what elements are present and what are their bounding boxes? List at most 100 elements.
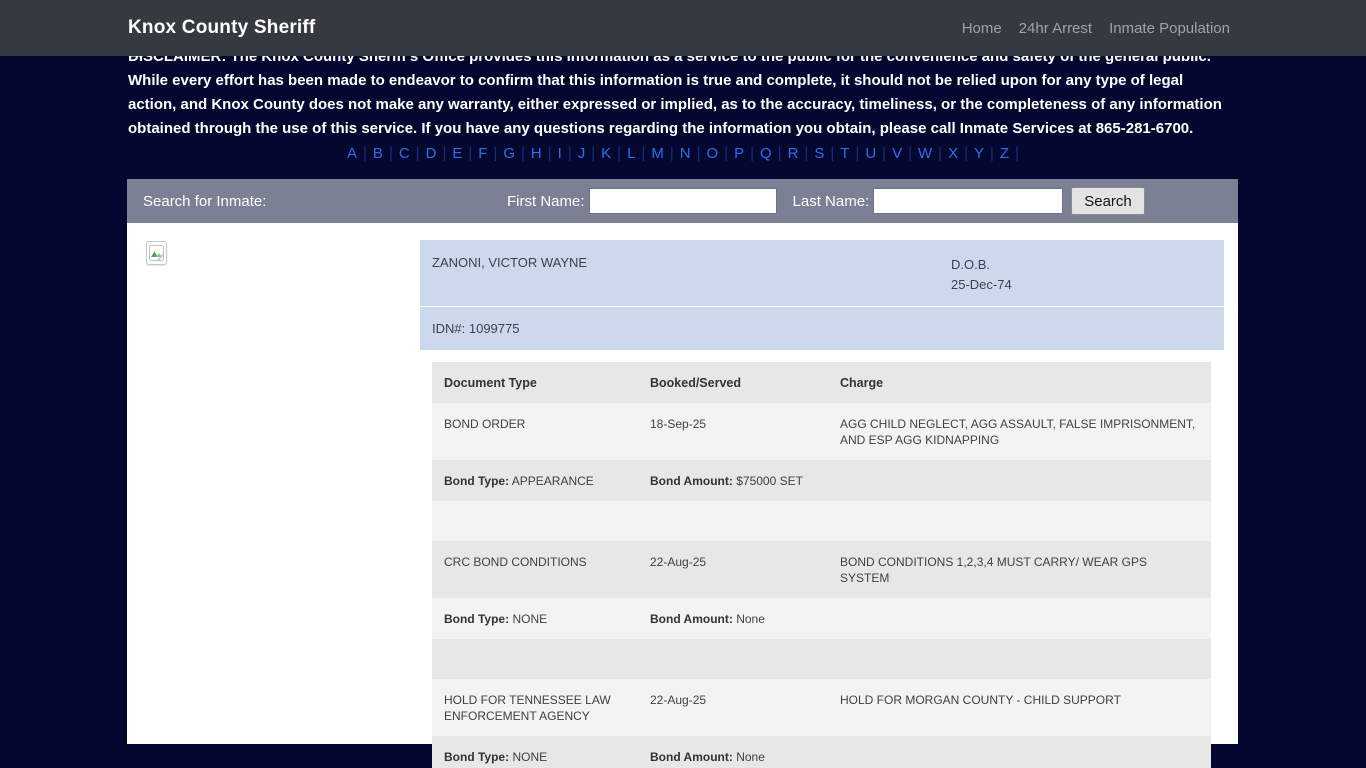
alphabet-separator: |	[696, 144, 701, 162]
charge-cell: HOLD FOR MORGAN COUNTY - CHILD SUPPORT	[840, 693, 1121, 707]
main-content: ZANONI, VICTOR WAYNE D.O.B. 25-Dec-74 ID…	[127, 223, 1238, 768]
first-name-input[interactable]	[588, 188, 777, 214]
alphabet-separator: |	[938, 144, 943, 162]
bond-amount-label: Bond Amount:	[650, 750, 733, 764]
doc-type-cell: HOLD FOR TENNESSEE LAW ENFORCEMENT AGENC…	[444, 693, 611, 723]
alphabet-link-l[interactable]: L	[627, 145, 635, 162]
alphabet-separator: |	[804, 144, 809, 162]
alphabet-link-o[interactable]: O	[706, 145, 718, 162]
booked-served-cell: 22-Aug-25	[650, 693, 707, 707]
document-row: CRC BOND CONDITIONS 22-Aug-25 BOND CONDITI…	[432, 541, 1211, 598]
doc-type-cell: CRC BOND CONDITIONS	[444, 555, 587, 569]
alphabet-link-r[interactable]: R	[788, 145, 799, 162]
last-name-input[interactable]	[873, 188, 1064, 214]
booked-served-cell: 22-Aug-25	[650, 555, 707, 569]
alphabet-separator: |	[830, 144, 835, 162]
alphabet-separator: |	[567, 144, 572, 162]
dob-label: D.O.B.	[951, 257, 991, 272]
alphabet-link-y[interactable]: Y	[974, 145, 984, 162]
disclaimer-text: DISCLAIMER: The Knox County Sheriff's Of…	[128, 48, 1222, 137]
alphabet-link-v[interactable]: V	[892, 145, 902, 162]
alphabet-separator: |	[1015, 144, 1019, 162]
nav-link-home[interactable]: Home	[962, 20, 1002, 37]
alphabet-link-x[interactable]: X	[948, 145, 958, 162]
inmate-name: ZANONI, VICTOR WAYNE	[432, 255, 588, 270]
alphabet-link-n[interactable]: N	[680, 145, 691, 162]
spacer-row	[432, 639, 1211, 679]
alphabet-separator: |	[493, 144, 498, 162]
alphabet-separator: |	[641, 144, 646, 162]
alphabet-separator: |	[750, 144, 754, 162]
doc-type-cell: BOND ORDER	[444, 417, 526, 431]
alphabet-link-j[interactable]: J	[578, 145, 586, 162]
alphabet-link-w[interactable]: W	[918, 145, 932, 162]
bond-amount-value: None	[736, 750, 765, 764]
nav-links: Home 24hr Arrest Inmate Population	[962, 20, 1230, 37]
alphabet-link-s[interactable]: S	[814, 145, 824, 162]
alphabet-nav: A | B | C | D | E | F | G | H | I | J | K | L | M | N | O | P | Q | R | S | T |…	[128, 143, 1238, 163]
alphabet-separator: |	[468, 144, 473, 162]
spacer-row	[432, 501, 1211, 541]
inmate-dob-block: D.O.B. 25-Dec-74	[951, 255, 1212, 306]
bond-type-value: NONE	[512, 750, 548, 764]
bond-type-label: Bond Type:	[444, 750, 510, 764]
alphabet-separator: |	[617, 144, 622, 162]
top-navbar: Knox County Sheriff Home 24hr Arrest Inm…	[0, 0, 1366, 56]
alphabet-separator: |	[442, 144, 447, 162]
alphabet-link-k[interactable]: K	[601, 145, 611, 162]
alphabet-separator: |	[908, 144, 912, 162]
alphabet-separator: |	[363, 144, 367, 162]
alphabet-separator: |	[591, 144, 596, 162]
bond-type-value: NONE	[512, 612, 548, 626]
alphabet-link-d[interactable]: D	[426, 145, 437, 162]
inmate-card-header: ZANONI, VICTOR WAYNE D.O.B. 25-Dec-74	[420, 240, 1224, 306]
alphabet-link-g[interactable]: G	[503, 145, 515, 162]
alphabet-link-c[interactable]: C	[399, 145, 410, 162]
document-row: BOND ORDER 18-Sep-25 AGG CHILD NEGLECT, AG…	[432, 403, 1211, 460]
alphabet-link-i[interactable]: I	[558, 145, 562, 162]
bond-type-value: APPEARANCE	[511, 474, 594, 488]
search-button[interactable]: Search	[1071, 187, 1145, 215]
booked-served-cell: 18-Sep-25	[650, 417, 707, 431]
bond-amount-value: $75000 SET	[736, 474, 803, 488]
alphabet-link-h[interactable]: H	[531, 145, 542, 162]
inmate-photo-placeholder	[146, 241, 167, 265]
alphabet-link-u[interactable]: U	[865, 145, 876, 162]
alphabet-link-b[interactable]: B	[373, 145, 383, 162]
search-title: Search for Inmate:	[143, 192, 267, 210]
idn-label: IDN#:	[432, 321, 466, 336]
alphabet-link-t[interactable]: T	[840, 145, 849, 162]
inmate-idn-row: IDN#: 1099775	[420, 307, 1224, 350]
alphabet-separator: |	[669, 144, 674, 162]
alphabet-separator: |	[855, 144, 860, 162]
alphabet-link-e[interactable]: E	[452, 145, 462, 162]
bond-type-cell: Bond Type: NONE	[432, 736, 638, 768]
alphabet-separator: |	[964, 144, 968, 162]
nav-link-inmate-population[interactable]: Inmate Population	[1109, 20, 1230, 37]
alphabet-link-f[interactable]: F	[478, 145, 487, 162]
header-booked-served: Booked/Served	[650, 376, 742, 390]
bond-row: Bond Type: NONE Bond Amount: None	[432, 598, 1211, 639]
charge-cell: BOND CONDITIONS 1,2,3,4 MUST CARRY/ WEAR…	[840, 555, 1147, 585]
brand-title[interactable]: Knox County Sheriff	[128, 17, 315, 39]
alphabet-link-q[interactable]: Q	[760, 145, 772, 162]
inmate-search-bar: Search for Inmate: First Name: Last Name…	[127, 179, 1238, 223]
bond-type-cell: Bond Type: APPEARANCE	[432, 460, 638, 501]
alphabet-link-m[interactable]: M	[651, 145, 664, 162]
alphabet-link-z[interactable]: Z	[1000, 145, 1009, 162]
alphabet-link-a[interactable]: A	[347, 145, 357, 162]
alphabet-separator: |	[882, 144, 887, 162]
bond-amount-cell: Bond Amount: None	[638, 598, 1211, 639]
alphabet-separator: |	[777, 144, 782, 162]
alphabet-separator: |	[724, 144, 729, 162]
header-document-type: Document Type	[444, 376, 537, 390]
broken-photo-icon	[149, 245, 164, 261]
search-form: First Name: Last Name: Search	[507, 179, 1145, 223]
documents-table-header: Document Type Booked/Served Charge	[432, 362, 1211, 403]
alphabet-link-p[interactable]: P	[734, 145, 744, 162]
nav-link-24hr-arrest[interactable]: 24hr Arrest	[1019, 20, 1092, 37]
bond-type-cell: Bond Type: NONE	[432, 598, 638, 639]
idn-value: 1099775	[468, 321, 520, 336]
document-row: HOLD FOR TENNESSEE LAW ENFORCEMENT AGENC…	[432, 679, 1211, 736]
bond-amount-value: None	[736, 612, 765, 626]
